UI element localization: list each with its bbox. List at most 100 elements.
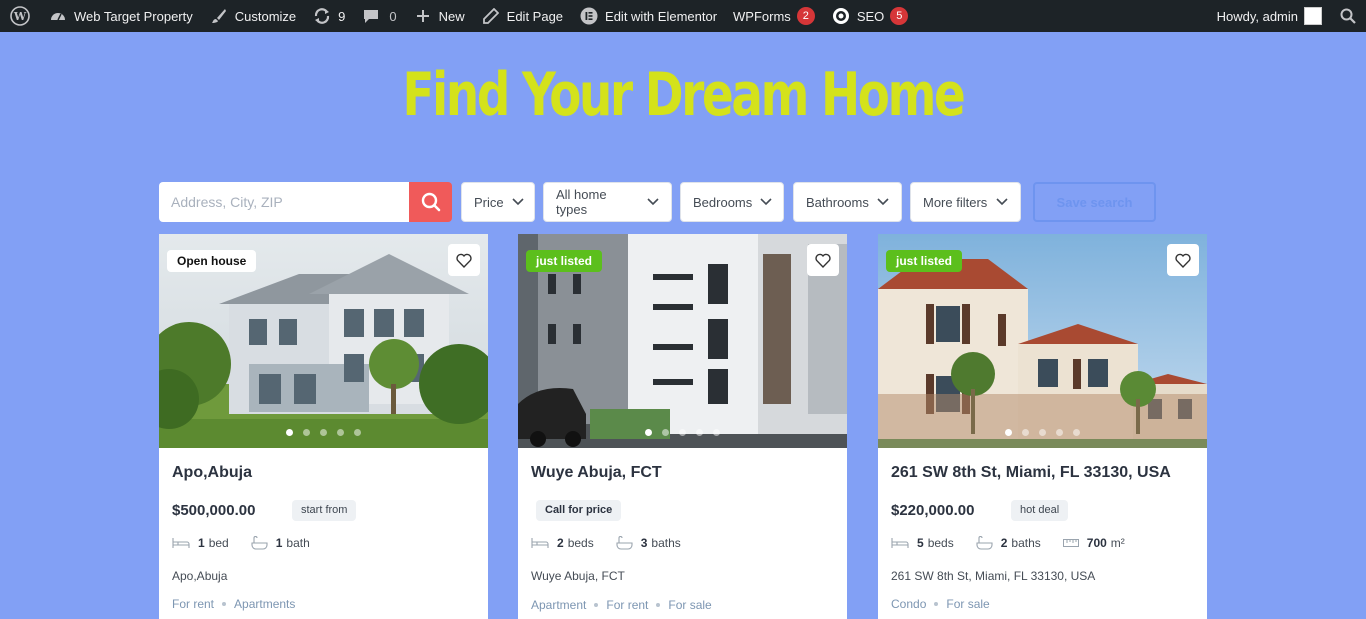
- beds-count: 2: [557, 536, 564, 550]
- category-link[interactable]: For rent: [172, 597, 214, 611]
- carousel-dot[interactable]: [303, 429, 310, 436]
- carousel-dot[interactable]: [713, 429, 720, 436]
- carousel-dot[interactable]: [320, 429, 327, 436]
- area-spec: 700 m²: [1062, 536, 1125, 550]
- seo-count-badge: 5: [890, 7, 909, 25]
- baths-label: baths: [651, 536, 681, 550]
- chevron-down-icon: [760, 198, 772, 206]
- seo-link[interactable]: SEO 5: [823, 0, 916, 32]
- listing-card[interactable]: Open house Apo,Abuja $500,000.00 start f…: [159, 234, 488, 619]
- plus-icon: [413, 6, 433, 26]
- home-type-filter[interactable]: All home types: [543, 182, 672, 222]
- separator-dot: [222, 602, 227, 606]
- updates-link[interactable]: 9: [304, 0, 353, 32]
- category-link[interactable]: Apartment: [531, 598, 586, 612]
- listing-card[interactable]: just listed 261 SW 8th St, Miami, FL 331…: [878, 234, 1207, 619]
- site-name-label: Web Target Property: [74, 8, 193, 24]
- chevron-down-icon: [996, 198, 1008, 206]
- carousel-dot[interactable]: [1005, 429, 1012, 436]
- svg-text:W: W: [13, 10, 27, 23]
- beds-spec: 1 bed: [172, 536, 229, 550]
- carousel-dots: [159, 429, 488, 436]
- listing-badge: just listed: [526, 250, 603, 272]
- bed-icon: [891, 537, 909, 549]
- listing-photo[interactable]: just listed: [878, 234, 1207, 448]
- heart-icon: [815, 253, 831, 268]
- customize-label: Customize: [234, 8, 297, 24]
- bed-icon: [172, 537, 190, 549]
- listing-photo[interactable]: Open house: [159, 234, 488, 448]
- search-input[interactable]: [159, 182, 409, 222]
- favorite-button[interactable]: [448, 244, 480, 276]
- listing-title[interactable]: Apo,Abuja: [172, 464, 252, 482]
- listing-address: Wuye Abuja, FCT: [531, 569, 625, 583]
- carousel-dot[interactable]: [286, 429, 293, 436]
- carousel-dot[interactable]: [1039, 429, 1046, 436]
- search-icon: [421, 192, 440, 212]
- category-link[interactable]: For rent: [606, 598, 648, 612]
- admin-bar: W Web Target Property Customize 9 0 New …: [0, 0, 1366, 32]
- listing-specs: 2 beds 3 baths: [531, 536, 703, 550]
- carousel-dots: [518, 429, 847, 436]
- customize-link[interactable]: Customize: [201, 0, 304, 32]
- price-filter[interactable]: Price: [461, 182, 535, 222]
- wpforms-link[interactable]: WPForms 2: [725, 0, 823, 32]
- listing-categories: Apartment For rent For sale: [531, 598, 712, 612]
- listing-photo[interactable]: just listed: [518, 234, 847, 448]
- admin-search-button[interactable]: [1330, 0, 1366, 32]
- baths-spec: 3 baths: [616, 536, 681, 550]
- more-filters-button[interactable]: More filters: [910, 182, 1021, 222]
- favorite-button[interactable]: [1167, 244, 1199, 276]
- page-title: Find Your Dream Home: [402, 60, 966, 130]
- save-search-button[interactable]: Save search: [1033, 182, 1156, 222]
- listing-card[interactable]: just listed Wuye Abuja, FCT Call for pri…: [518, 234, 847, 619]
- carousel-dot[interactable]: [662, 429, 669, 436]
- bathrooms-filter[interactable]: Bathrooms: [793, 182, 902, 222]
- carousel-dot[interactable]: [696, 429, 703, 436]
- category-link[interactable]: For sale: [946, 597, 989, 611]
- dashboard-icon: [48, 6, 68, 26]
- wpforms-label: WPForms: [733, 8, 791, 24]
- edit-page-link[interactable]: Edit Page: [473, 0, 571, 32]
- my-account-link[interactable]: Howdy, admin: [1209, 0, 1330, 32]
- beds-label: beds: [567, 536, 594, 550]
- search-icon: [1340, 8, 1356, 24]
- bedrooms-filter[interactable]: Bedrooms: [680, 182, 784, 222]
- listing-title[interactable]: Wuye Abuja, FCT: [531, 464, 662, 482]
- carousel-dot[interactable]: [645, 429, 652, 436]
- price-tag: Call for price: [536, 500, 622, 521]
- carousel-dot[interactable]: [1022, 429, 1029, 436]
- carousel-dot[interactable]: [337, 429, 344, 436]
- category-link[interactable]: Apartments: [234, 597, 295, 611]
- baths-spec: 2 baths: [976, 536, 1041, 550]
- listing-price: $500,000.00: [172, 502, 256, 519]
- listing-title[interactable]: 261 SW 8th St, Miami, FL 33130, USA: [891, 464, 1171, 482]
- baths-spec: 1 bath: [251, 536, 310, 550]
- price-filter-label: Price: [474, 194, 504, 210]
- carousel-dots: [878, 429, 1207, 436]
- bathrooms-filter-label: Bathrooms: [806, 194, 869, 210]
- wordpress-logo-button[interactable]: W: [0, 0, 40, 32]
- seo-label: SEO: [856, 8, 885, 24]
- search-button[interactable]: [409, 182, 452, 222]
- baths-count: 2: [1000, 536, 1008, 550]
- favorite-button[interactable]: [807, 244, 839, 276]
- price-tag: hot deal: [1011, 500, 1069, 521]
- separator-dot: [594, 603, 599, 607]
- new-content-link[interactable]: New: [405, 0, 473, 32]
- comments-link[interactable]: 0: [353, 0, 404, 32]
- baths-count: 1: [275, 536, 283, 550]
- carousel-dot[interactable]: [679, 429, 686, 436]
- carousel-dot[interactable]: [1056, 429, 1063, 436]
- elementor-icon: [579, 6, 599, 26]
- carousel-dot[interactable]: [1073, 429, 1080, 436]
- edit-elementor-link[interactable]: Edit with Elementor: [571, 0, 725, 32]
- pencil-icon: [481, 6, 501, 26]
- site-name-link[interactable]: Web Target Property: [40, 0, 201, 32]
- listing-categories: For rent Apartments: [172, 597, 295, 611]
- comment-icon: [361, 6, 381, 26]
- category-link[interactable]: Condo: [891, 597, 926, 611]
- carousel-dot[interactable]: [354, 429, 361, 436]
- chevron-down-icon: [512, 198, 524, 206]
- category-link[interactable]: For sale: [668, 598, 711, 612]
